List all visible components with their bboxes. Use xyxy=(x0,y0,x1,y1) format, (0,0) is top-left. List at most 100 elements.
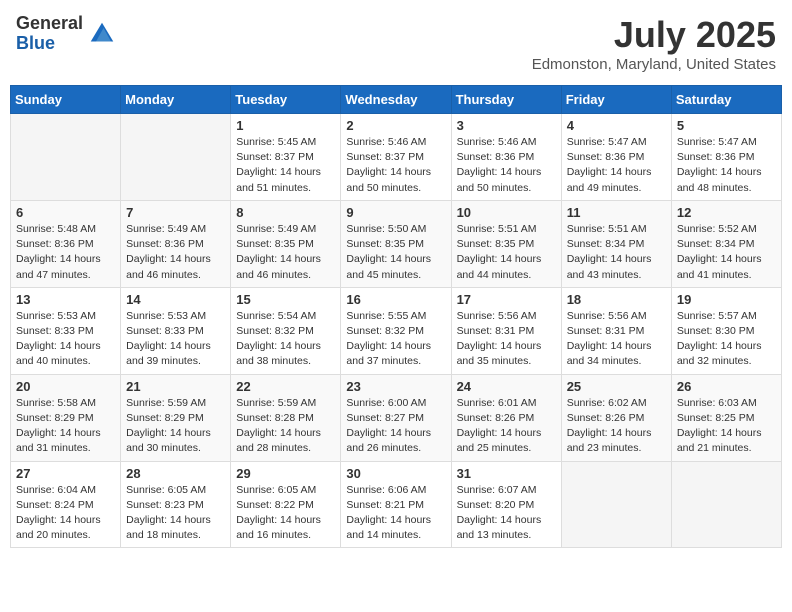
day-number: 24 xyxy=(457,379,556,394)
weekday-header: Friday xyxy=(561,86,671,114)
calendar-day-cell: 25 Sunrise: 6:02 AMSunset: 8:26 PMDaylig… xyxy=(561,374,671,461)
day-info: Sunrise: 6:05 AMSunset: 8:23 PMDaylight:… xyxy=(126,483,225,544)
calendar-day-cell: 12 Sunrise: 5:52 AMSunset: 8:34 PMDaylig… xyxy=(671,200,781,287)
logo-icon xyxy=(87,19,117,49)
day-info: Sunrise: 5:58 AMSunset: 8:29 PMDaylight:… xyxy=(16,396,115,457)
day-number: 4 xyxy=(567,118,666,133)
logo-general-text: General xyxy=(16,14,83,34)
calendar-week-row: 13 Sunrise: 5:53 AMSunset: 8:33 PMDaylig… xyxy=(11,287,782,374)
calendar-day-cell: 24 Sunrise: 6:01 AMSunset: 8:26 PMDaylig… xyxy=(451,374,561,461)
calendar-day-cell: 5 Sunrise: 5:47 AMSunset: 8:36 PMDayligh… xyxy=(671,114,781,201)
day-info: Sunrise: 5:52 AMSunset: 8:34 PMDaylight:… xyxy=(677,222,776,283)
day-info: Sunrise: 5:55 AMSunset: 8:32 PMDaylight:… xyxy=(346,309,445,370)
day-info: Sunrise: 5:57 AMSunset: 8:30 PMDaylight:… xyxy=(677,309,776,370)
calendar-week-row: 27 Sunrise: 6:04 AMSunset: 8:24 PMDaylig… xyxy=(11,461,782,548)
weekday-header: Sunday xyxy=(11,86,121,114)
calendar-day-cell: 14 Sunrise: 5:53 AMSunset: 8:33 PMDaylig… xyxy=(121,287,231,374)
day-number: 11 xyxy=(567,205,666,220)
day-number: 5 xyxy=(677,118,776,133)
day-number: 8 xyxy=(236,205,335,220)
day-info: Sunrise: 5:50 AMSunset: 8:35 PMDaylight:… xyxy=(346,222,445,283)
calendar-day-cell: 8 Sunrise: 5:49 AMSunset: 8:35 PMDayligh… xyxy=(231,200,341,287)
page-header: General Blue July 2025 Edmonston, Maryla… xyxy=(10,10,782,77)
day-info: Sunrise: 5:59 AMSunset: 8:28 PMDaylight:… xyxy=(236,396,335,457)
logo: General Blue xyxy=(16,14,117,54)
calendar-day-cell: 20 Sunrise: 5:58 AMSunset: 8:29 PMDaylig… xyxy=(11,374,121,461)
day-number: 20 xyxy=(16,379,115,394)
day-info: Sunrise: 5:53 AMSunset: 8:33 PMDaylight:… xyxy=(126,309,225,370)
day-info: Sunrise: 5:49 AMSunset: 8:35 PMDaylight:… xyxy=(236,222,335,283)
calendar-day-cell: 13 Sunrise: 5:53 AMSunset: 8:33 PMDaylig… xyxy=(11,287,121,374)
day-number: 28 xyxy=(126,466,225,481)
calendar-day-cell: 18 Sunrise: 5:56 AMSunset: 8:31 PMDaylig… xyxy=(561,287,671,374)
day-number: 9 xyxy=(346,205,445,220)
calendar-day-cell: 22 Sunrise: 5:59 AMSunset: 8:28 PMDaylig… xyxy=(231,374,341,461)
calendar-day-cell: 6 Sunrise: 5:48 AMSunset: 8:36 PMDayligh… xyxy=(11,200,121,287)
location: Edmonston, Maryland, United States xyxy=(532,56,776,73)
title-area: July 2025 Edmonston, Maryland, United St… xyxy=(532,14,776,73)
day-info: Sunrise: 5:47 AMSunset: 8:36 PMDaylight:… xyxy=(677,135,776,196)
day-number: 31 xyxy=(457,466,556,481)
day-info: Sunrise: 6:06 AMSunset: 8:21 PMDaylight:… xyxy=(346,483,445,544)
day-number: 10 xyxy=(457,205,556,220)
calendar-day-cell: 9 Sunrise: 5:50 AMSunset: 8:35 PMDayligh… xyxy=(341,200,451,287)
calendar-day-cell: 11 Sunrise: 5:51 AMSunset: 8:34 PMDaylig… xyxy=(561,200,671,287)
calendar-day-cell: 3 Sunrise: 5:46 AMSunset: 8:36 PMDayligh… xyxy=(451,114,561,201)
day-number: 27 xyxy=(16,466,115,481)
day-info: Sunrise: 5:48 AMSunset: 8:36 PMDaylight:… xyxy=(16,222,115,283)
logo-blue-text: Blue xyxy=(16,34,83,54)
calendar-header-row: SundayMondayTuesdayWednesdayThursdayFrid… xyxy=(11,86,782,114)
calendar-week-row: 20 Sunrise: 5:58 AMSunset: 8:29 PMDaylig… xyxy=(11,374,782,461)
calendar-day-cell: 10 Sunrise: 5:51 AMSunset: 8:35 PMDaylig… xyxy=(451,200,561,287)
calendar-day-cell: 28 Sunrise: 6:05 AMSunset: 8:23 PMDaylig… xyxy=(121,461,231,548)
day-info: Sunrise: 5:59 AMSunset: 8:29 PMDaylight:… xyxy=(126,396,225,457)
month-title: July 2025 xyxy=(532,14,776,56)
calendar-day-cell: 15 Sunrise: 5:54 AMSunset: 8:32 PMDaylig… xyxy=(231,287,341,374)
day-info: Sunrise: 6:03 AMSunset: 8:25 PMDaylight:… xyxy=(677,396,776,457)
day-info: Sunrise: 5:46 AMSunset: 8:37 PMDaylight:… xyxy=(346,135,445,196)
weekday-header: Wednesday xyxy=(341,86,451,114)
day-number: 2 xyxy=(346,118,445,133)
calendar-day-cell: 21 Sunrise: 5:59 AMSunset: 8:29 PMDaylig… xyxy=(121,374,231,461)
day-number: 17 xyxy=(457,292,556,307)
calendar-day-cell: 4 Sunrise: 5:47 AMSunset: 8:36 PMDayligh… xyxy=(561,114,671,201)
day-number: 16 xyxy=(346,292,445,307)
calendar-day-cell: 23 Sunrise: 6:00 AMSunset: 8:27 PMDaylig… xyxy=(341,374,451,461)
weekday-header: Saturday xyxy=(671,86,781,114)
calendar-day-cell: 19 Sunrise: 5:57 AMSunset: 8:30 PMDaylig… xyxy=(671,287,781,374)
day-number: 22 xyxy=(236,379,335,394)
calendar-day-cell: 29 Sunrise: 6:05 AMSunset: 8:22 PMDaylig… xyxy=(231,461,341,548)
day-number: 19 xyxy=(677,292,776,307)
calendar-day-cell: 30 Sunrise: 6:06 AMSunset: 8:21 PMDaylig… xyxy=(341,461,451,548)
calendar-day-cell xyxy=(11,114,121,201)
day-number: 13 xyxy=(16,292,115,307)
day-info: Sunrise: 5:45 AMSunset: 8:37 PMDaylight:… xyxy=(236,135,335,196)
day-info: Sunrise: 5:46 AMSunset: 8:36 PMDaylight:… xyxy=(457,135,556,196)
day-number: 15 xyxy=(236,292,335,307)
calendar-day-cell: 16 Sunrise: 5:55 AMSunset: 8:32 PMDaylig… xyxy=(341,287,451,374)
day-number: 14 xyxy=(126,292,225,307)
calendar-day-cell: 2 Sunrise: 5:46 AMSunset: 8:37 PMDayligh… xyxy=(341,114,451,201)
day-number: 21 xyxy=(126,379,225,394)
calendar-day-cell: 7 Sunrise: 5:49 AMSunset: 8:36 PMDayligh… xyxy=(121,200,231,287)
day-info: Sunrise: 5:51 AMSunset: 8:35 PMDaylight:… xyxy=(457,222,556,283)
day-info: Sunrise: 5:53 AMSunset: 8:33 PMDaylight:… xyxy=(16,309,115,370)
weekday-header: Thursday xyxy=(451,86,561,114)
day-info: Sunrise: 5:56 AMSunset: 8:31 PMDaylight:… xyxy=(567,309,666,370)
day-info: Sunrise: 6:02 AMSunset: 8:26 PMDaylight:… xyxy=(567,396,666,457)
day-info: Sunrise: 6:00 AMSunset: 8:27 PMDaylight:… xyxy=(346,396,445,457)
day-info: Sunrise: 5:51 AMSunset: 8:34 PMDaylight:… xyxy=(567,222,666,283)
calendar-day-cell: 17 Sunrise: 5:56 AMSunset: 8:31 PMDaylig… xyxy=(451,287,561,374)
day-info: Sunrise: 5:56 AMSunset: 8:31 PMDaylight:… xyxy=(457,309,556,370)
day-info: Sunrise: 6:01 AMSunset: 8:26 PMDaylight:… xyxy=(457,396,556,457)
weekday-header: Monday xyxy=(121,86,231,114)
calendar-day-cell: 26 Sunrise: 6:03 AMSunset: 8:25 PMDaylig… xyxy=(671,374,781,461)
calendar-day-cell: 27 Sunrise: 6:04 AMSunset: 8:24 PMDaylig… xyxy=(11,461,121,548)
day-info: Sunrise: 6:07 AMSunset: 8:20 PMDaylight:… xyxy=(457,483,556,544)
day-number: 18 xyxy=(567,292,666,307)
day-info: Sunrise: 6:04 AMSunset: 8:24 PMDaylight:… xyxy=(16,483,115,544)
day-number: 30 xyxy=(346,466,445,481)
day-number: 12 xyxy=(677,205,776,220)
day-number: 23 xyxy=(346,379,445,394)
calendar-day-cell: 31 Sunrise: 6:07 AMSunset: 8:20 PMDaylig… xyxy=(451,461,561,548)
